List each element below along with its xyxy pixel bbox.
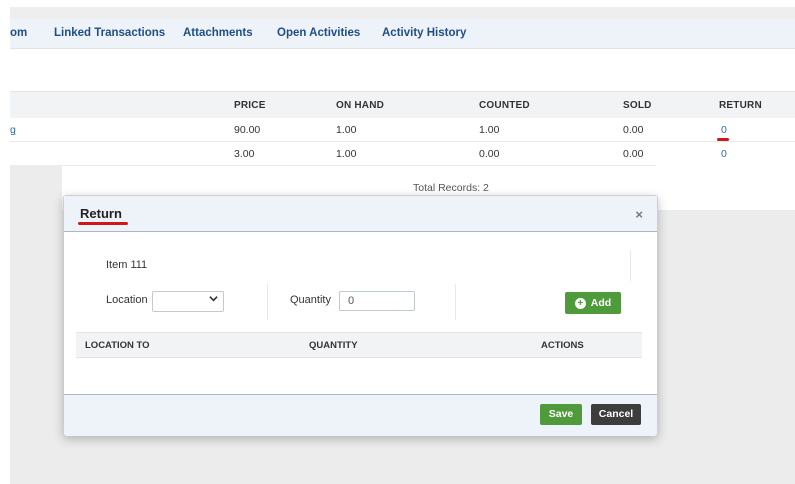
save-button[interactable]: Save [540,404,582,425]
row-sold: 0.00 [623,148,644,160]
total-records: Total Records: 2 [413,182,489,194]
col-price[interactable]: PRICE [234,100,266,111]
annotation-underline [717,138,729,141]
tab-open-activities[interactable]: Open Activities [277,27,360,39]
col-on-hand[interactable]: ON HAND [336,100,384,111]
add-button[interactable]: + Add [565,292,621,314]
tab-attachments[interactable]: Attachments [183,27,253,39]
row-sold: 0.00 [623,124,644,136]
row-counted: 0.00 [479,148,500,160]
return-table-header: LOCATION TO QUANTITY ACTIONS [76,332,642,358]
quantity-label: Quantity [290,294,331,306]
table-row: 3.00 1.00 0.00 0.00 0 [10,142,795,166]
col-return[interactable]: RETURN [719,100,762,111]
cancel-button[interactable]: Cancel [591,404,641,425]
dialog-title: Return [80,206,122,221]
tab-bar: om Linked Transactions Attachments Open … [10,19,795,49]
row-on-hand: 1.00 [336,148,357,160]
grid-header: PRICE ON HAND COUNTED SOLD RETURN [10,91,795,118]
row-return-link[interactable]: 0 [721,124,727,136]
tab-activity-history[interactable]: Activity History [382,27,466,39]
row-counted: 1.00 [479,124,500,136]
col-actions: ACTIONS [541,340,584,351]
chevron-down-icon [209,294,218,306]
top-strip [0,0,795,7]
divider [630,251,631,281]
grid-footer [656,165,795,210]
return-dialog: Return × Item 111 Location Quantity 0 + … [63,195,658,436]
row-price: 90.00 [234,124,261,136]
row-price: 3.00 [234,148,255,160]
tab-linked-transactions[interactable]: Linked Transactions [54,27,165,39]
dialog-footer: Save Cancel [64,394,657,436]
tab-from[interactable]: om [10,27,27,39]
dialog-header: Return × [64,196,657,232]
col-counted[interactable]: COUNTED [479,100,530,111]
col-location-to: LOCATION TO [85,340,150,351]
table-row: g 90.00 1.00 1.00 0.00 0 [10,118,795,142]
top-bar [10,7,795,19]
modal-backdrop [10,165,62,210]
quantity-input[interactable]: 0 [339,291,415,311]
close-icon[interactable]: × [635,207,643,222]
row-on-hand: 1.00 [336,124,357,136]
divider [455,284,456,320]
annotation-underline [78,222,128,225]
row-return-link[interactable]: 0 [721,148,727,160]
plus-icon: + [574,297,586,309]
location-label: Location [106,294,148,306]
location-select[interactable] [152,291,224,312]
add-button-label: Add [590,297,612,309]
col-quantity: QUANTITY [309,340,358,351]
item-label: Item 111 [106,259,148,271]
col-sold[interactable]: SOLD [623,100,652,111]
divider [267,284,268,320]
row-name-link[interactable]: g [10,124,16,136]
